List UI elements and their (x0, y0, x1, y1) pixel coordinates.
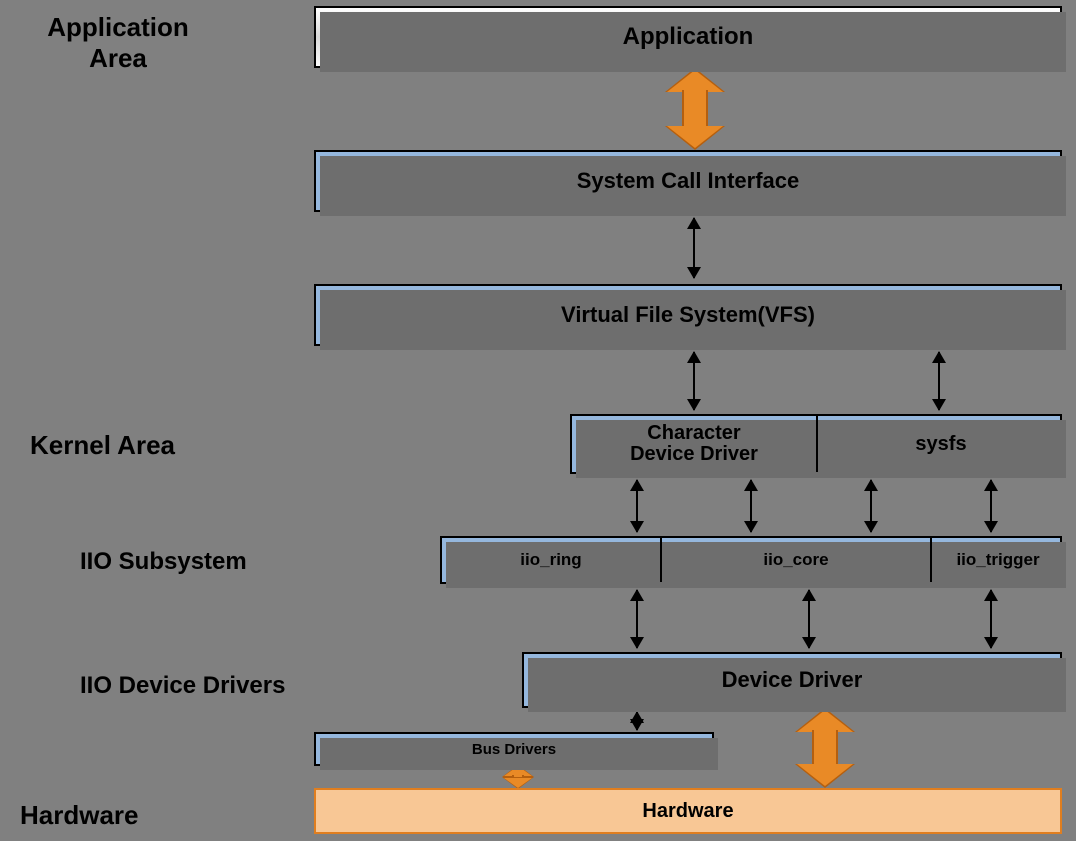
bus-drivers-text: Bus Drivers (472, 741, 556, 758)
box-iio-trigger: iio_trigger (932, 538, 1064, 582)
box-vfs-text: Virtual File System(VFS) (561, 302, 815, 328)
box-chardev-sysfs-row: Character Device Driver sysfs (570, 414, 1062, 474)
iio-trigger-text: iio_trigger (956, 550, 1039, 570)
char-dev-line1: Character (647, 423, 740, 444)
arrow-app-to-sci (665, 70, 725, 148)
box-sysfs: sysfs (818, 416, 1064, 472)
arrow-iiotrigger-to-dd (990, 590, 992, 648)
box-vfs: Virtual File System(VFS) (314, 284, 1062, 346)
arrow-vfs-to-sysfs (938, 352, 940, 410)
box-iio-row: iio_ring iio_core iio_trigger (440, 536, 1062, 584)
iio-core-text: iio_core (763, 550, 828, 570)
arrow-vfs-to-chardev (693, 352, 695, 410)
label-hardware: Hardware (20, 800, 139, 831)
box-device-driver: Device Driver (522, 652, 1062, 708)
arrow-sci-to-vfs (693, 218, 695, 278)
arrow-iiocore-to-dd (808, 590, 810, 648)
box-iio-core: iio_core (662, 538, 932, 582)
device-driver-text: Device Driver (722, 667, 863, 693)
arrow-dd-to-bus (636, 712, 638, 730)
arrow-sysfs-to-iiotrigger (990, 480, 992, 532)
char-dev-line2: Device Driver (630, 444, 758, 465)
sysfs-text: sysfs (915, 433, 966, 456)
box-bus-drivers: Bus Drivers (314, 732, 714, 766)
arrow-chardev-to-iiocore (750, 480, 752, 532)
label-kernel-area: Kernel Area (30, 430, 175, 461)
box-system-call-interface: System Call Interface (314, 150, 1062, 212)
label-iio-device-drivers: IIO Device Drivers (80, 672, 285, 701)
arrow-chardev-to-iioring (636, 480, 638, 532)
box-char-device-driver: Character Device Driver (572, 416, 818, 472)
arrow-dd-to-hw (795, 710, 855, 786)
box-application: Application (314, 6, 1062, 68)
box-sci-text: System Call Interface (577, 168, 800, 194)
arrow-sysfs-to-iiocore (870, 480, 872, 532)
label-application-area: Application Area (18, 12, 218, 74)
box-hardware: Hardware (314, 788, 1062, 834)
box-application-text: Application (623, 23, 754, 51)
box-iio-ring: iio_ring (442, 538, 662, 582)
arrow-iioring-to-dd (636, 590, 638, 648)
iio-ring-text: iio_ring (520, 550, 581, 570)
label-iio-subsystem: IIO Subsystem (80, 548, 247, 577)
hardware-text: Hardware (642, 800, 733, 823)
